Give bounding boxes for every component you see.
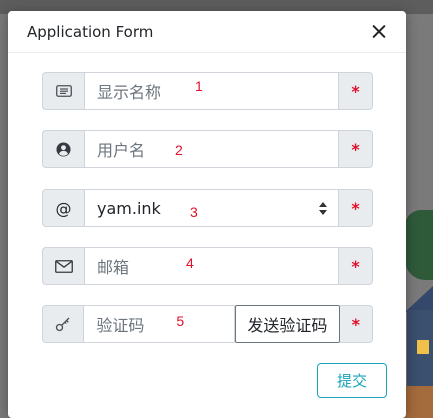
display-name-row: 显示名称 1 *: [42, 72, 373, 110]
username-input[interactable]: 用户名 2: [84, 130, 339, 168]
user-circle-icon: [56, 141, 71, 157]
illustration-window: [417, 340, 429, 354]
email-row: 邮箱 4 *: [42, 247, 373, 285]
domain-select[interactable]: yam.ink 3: [84, 189, 339, 227]
background-illustration: [403, 190, 433, 418]
marker-5: 5: [176, 313, 185, 329]
email-input[interactable]: 邮箱 4: [84, 247, 339, 285]
email-placeholder: 邮箱: [97, 258, 130, 277]
illustration-tree: [405, 210, 433, 280]
display-name-input[interactable]: 显示名称 1: [84, 72, 339, 110]
code-input[interactable]: 验证码 5: [83, 305, 236, 343]
code-addon: [42, 305, 84, 343]
envelope-icon: [54, 259, 73, 273]
marker-3: 3: [190, 204, 198, 220]
at-sign-label: @: [55, 198, 72, 218]
required-marker: *: [339, 130, 373, 168]
required-marker: *: [339, 247, 373, 285]
required-marker: *: [339, 72, 373, 110]
select-arrows-icon: [318, 202, 328, 216]
email-addon: [42, 247, 84, 285]
dialog-title: Application Form: [27, 22, 154, 41]
illustration-ground: [403, 386, 433, 418]
submit-button[interactable]: 提交: [317, 363, 387, 398]
code-row: 验证码 5 发送验证码 *: [42, 305, 373, 343]
username-row: 用户名 2 *: [42, 130, 373, 168]
illustration-roof: [405, 286, 433, 312]
code-placeholder: 验证码: [96, 316, 145, 335]
display-name-addon: [42, 72, 84, 110]
required-marker: *: [339, 305, 373, 343]
key-icon: [56, 317, 70, 332]
domain-selected-value: yam.ink: [97, 198, 161, 218]
marker-4: 4: [186, 255, 194, 271]
send-code-button[interactable]: 发送验证码: [235, 305, 340, 343]
domain-row: @ yam.ink 3 *: [42, 189, 373, 227]
username-placeholder: 用户名: [97, 141, 146, 160]
marker-1: 1: [195, 78, 203, 94]
display-name-placeholder: 显示名称: [97, 83, 162, 102]
id-card-icon: [55, 85, 72, 97]
dialog-header: Application Form: [8, 11, 406, 53]
required-marker: *: [339, 189, 373, 227]
application-form-dialog: Application Form 显示名称 1 * 用户名 2 * @ yam.…: [8, 11, 406, 418]
marker-2: 2: [175, 142, 183, 158]
domain-addon: @: [42, 189, 84, 227]
close-icon[interactable]: [370, 23, 388, 41]
username-addon: [42, 130, 84, 168]
